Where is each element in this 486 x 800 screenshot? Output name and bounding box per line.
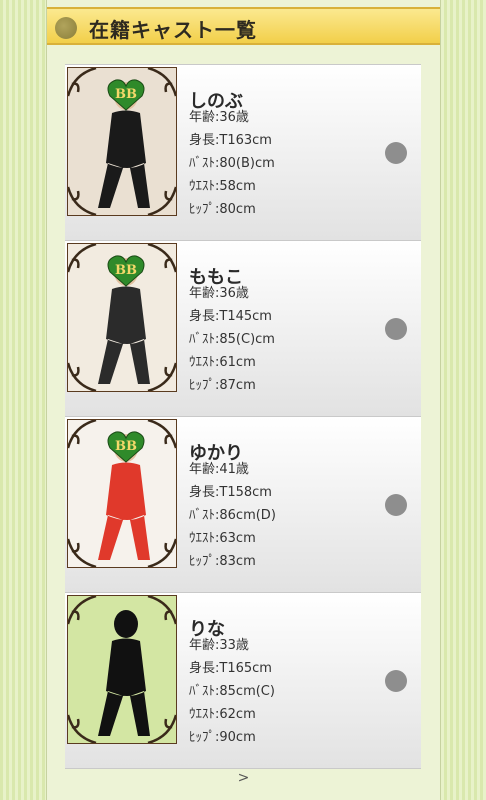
cast-height: 身長:T163cm xyxy=(189,133,272,148)
cast-item-yukari[interactable]: BB ゆかり 年齢:41歳 身長:T158cm ﾊﾞｽﾄ:86cm(D) ｳｴｽ… xyxy=(65,417,421,593)
cast-height: 身長:T158cm xyxy=(189,485,272,500)
cast-height: 身長:T165cm xyxy=(189,661,272,676)
cast-age: 年齢:33歳 xyxy=(189,638,249,653)
cast-bust: ﾊﾞｽﾄ:80(B)cm xyxy=(189,156,275,171)
cast-photo-image xyxy=(68,596,176,743)
cast-photo[interactable] xyxy=(67,595,177,744)
cast-waist: ｳｴｽﾄ:63cm xyxy=(189,531,256,546)
cast-hip: ﾋｯﾌﾟ:80cm xyxy=(189,202,256,217)
cast-photo[interactable]: BB xyxy=(67,67,177,216)
section-header: 在籍キャスト一覧 xyxy=(47,7,440,45)
cast-age: 年齢:41歳 xyxy=(189,462,249,477)
arrow-circle-icon[interactable] xyxy=(385,318,407,340)
next-page-link[interactable]: > xyxy=(47,770,440,786)
cast-waist: ｳｴｽﾄ:58cm xyxy=(189,179,256,194)
cast-photo[interactable]: BB xyxy=(67,419,177,568)
arrow-circle-icon[interactable] xyxy=(385,494,407,516)
cast-age: 年齢:36歳 xyxy=(189,286,249,301)
cast-hip: ﾋｯﾌﾟ:90cm xyxy=(189,730,256,745)
cast-waist: ｳｴｽﾄ:62cm xyxy=(189,707,256,722)
cast-item-rina[interactable]: りな 年齢:33歳 身長:T165cm ﾊﾞｽﾄ:85cm(C) ｳｴｽﾄ:62… xyxy=(65,593,421,769)
cast-hip: ﾋｯﾌﾟ:83cm xyxy=(189,554,256,569)
arrow-circle-icon[interactable] xyxy=(385,670,407,692)
cast-photo-image: BB xyxy=(68,244,176,391)
page-title: 在籍キャスト一覧 xyxy=(89,18,257,42)
cast-list: BB しのぶ 年齢:36歳 身長:T163cm ﾊﾞｽﾄ:80(B)cm ｳｴｽ… xyxy=(65,64,421,769)
cast-bust: ﾊﾞｽﾄ:86cm(D) xyxy=(189,508,276,523)
content-panel: 在籍キャスト一覧 BB しのぶ 年齢:36歳 身長:T163cm ﾊﾞｽﾄ:80… xyxy=(46,0,441,800)
bb-logo-text: BB xyxy=(115,87,137,102)
bb-logo-text: BB xyxy=(115,439,137,454)
cast-waist: ｳｴｽﾄ:61cm xyxy=(189,355,256,370)
cast-photo-image: BB xyxy=(68,68,176,215)
cast-hip: ﾋｯﾌﾟ:87cm xyxy=(189,378,256,393)
cast-age: 年齢:36歳 xyxy=(189,110,249,125)
arrow-circle-icon[interactable] xyxy=(385,142,407,164)
bullet-circle-icon xyxy=(55,17,77,39)
cast-item-shinobu[interactable]: BB しのぶ 年齢:36歳 身長:T163cm ﾊﾞｽﾄ:80(B)cm ｳｴｽ… xyxy=(65,64,421,241)
bb-logo-text: BB xyxy=(115,263,137,278)
cast-item-momoko[interactable]: BB ももこ 年齢:36歳 身長:T145cm ﾊﾞｽﾄ:85(C)cm ｳｴｽ… xyxy=(65,241,421,417)
cast-height: 身長:T145cm xyxy=(189,309,272,324)
cast-photo[interactable]: BB xyxy=(67,243,177,392)
cast-bust: ﾊﾞｽﾄ:85(C)cm xyxy=(189,332,275,347)
cast-photo-image: BB xyxy=(68,420,176,567)
cast-bust: ﾊﾞｽﾄ:85cm(C) xyxy=(189,684,275,699)
